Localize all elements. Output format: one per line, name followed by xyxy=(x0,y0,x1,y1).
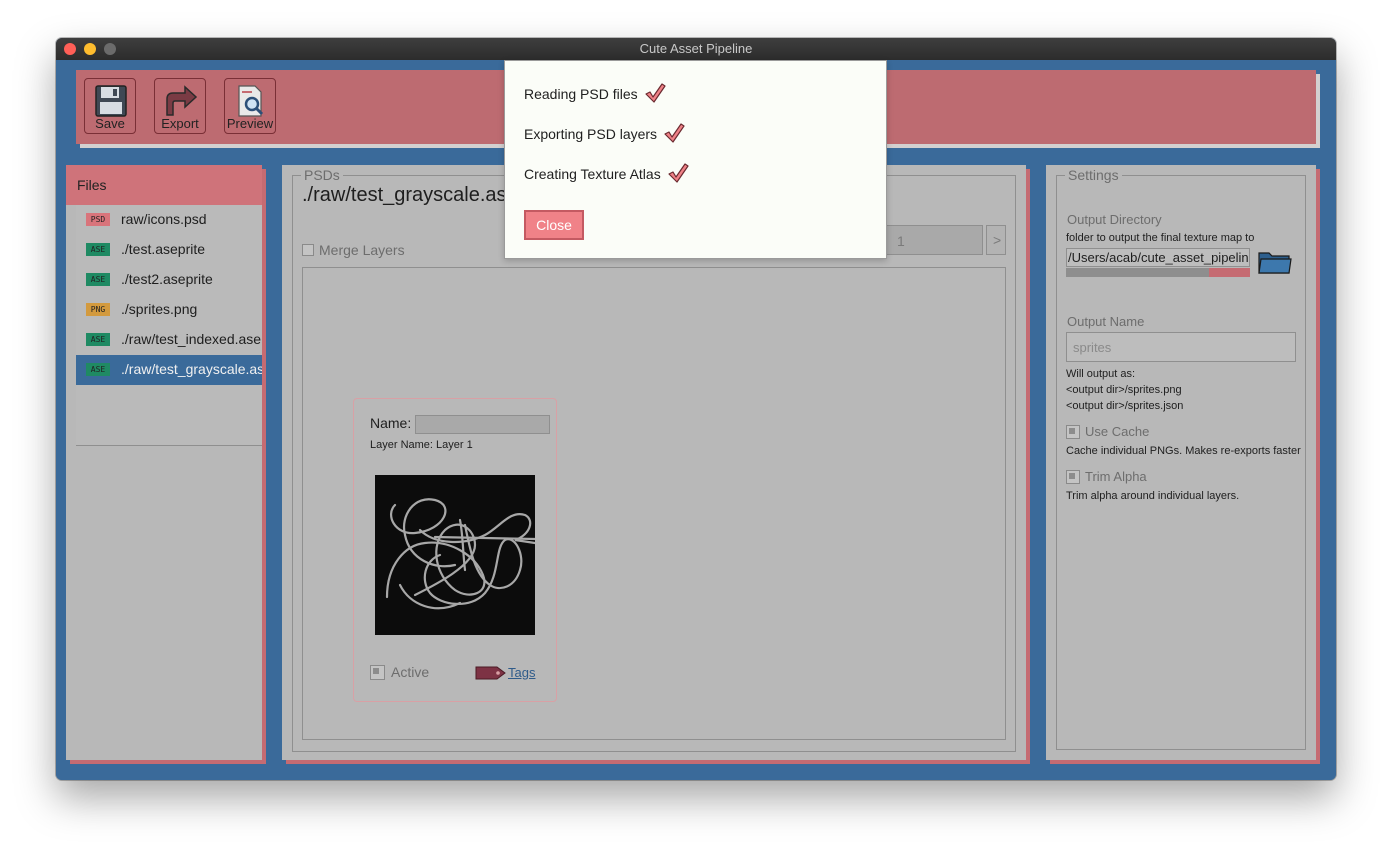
ase-badge: ASE xyxy=(86,243,110,256)
step-label: Exporting PSD layers xyxy=(524,126,658,142)
file-name: raw/icons.psd xyxy=(121,211,207,227)
file-list: PSD raw/icons.psd ASE ./test.aseprite AS… xyxy=(76,205,262,446)
folder-icon[interactable] xyxy=(1258,249,1292,275)
close-window-icon[interactable] xyxy=(64,43,76,55)
current-file-title: ./raw/test_grayscale.aseprite xyxy=(302,184,517,206)
layer-preview-image xyxy=(375,475,535,635)
next-label: > xyxy=(993,232,1002,248)
output-name-title: Output Name xyxy=(1067,314,1145,329)
layer-name-input[interactable] xyxy=(415,415,550,434)
step-label: Reading PSD files xyxy=(524,86,638,102)
frame-input[interactable]: 1 xyxy=(886,225,983,255)
psd-badge: PSD xyxy=(86,213,110,226)
tags-link[interactable]: Tags xyxy=(508,665,535,680)
scrollbar-thumb[interactable] xyxy=(1209,268,1250,277)
merge-layers-label: Merge Layers xyxy=(319,242,405,258)
save-button[interactable]: Save xyxy=(84,78,136,134)
list-item[interactable]: ASE ./test.aseprite xyxy=(76,235,262,265)
preview-label: Preview xyxy=(226,116,274,131)
tag-icon[interactable] xyxy=(475,665,507,681)
output-png-path: <output dir>/sprites.png xyxy=(1066,384,1182,396)
ase-badge: ASE xyxy=(86,363,110,376)
minimize-window-icon[interactable] xyxy=(84,43,96,55)
list-item[interactable]: PSD raw/icons.psd xyxy=(76,205,262,235)
title-bar: Cute Asset Pipeline xyxy=(56,38,1336,60)
list-item[interactable]: PNG ./sprites.png xyxy=(76,295,262,325)
use-cache-checkbox[interactable] xyxy=(1066,425,1080,439)
output-directory-desc: folder to output the final texture map t… xyxy=(1066,232,1255,244)
use-cache-desc: Cache individual PNGs. Makes re-exports … xyxy=(1066,445,1301,457)
active-checkbox[interactable] xyxy=(370,665,385,680)
preview-button[interactable]: Preview xyxy=(224,78,276,134)
floppy-disk-icon xyxy=(95,85,127,117)
output-json-path: <output dir>/sprites.json xyxy=(1066,400,1184,412)
merge-layers-checkbox[interactable] xyxy=(302,244,314,256)
psds-legend: PSDs xyxy=(301,167,343,183)
file-name: ./raw/test_grayscale.aseprite xyxy=(121,361,262,377)
export-label: Export xyxy=(161,116,199,131)
trim-alpha-desc: Trim alpha around individual layers. xyxy=(1066,490,1240,502)
step-exporting: Exporting PSD layers xyxy=(524,122,685,144)
preview-magnifier-icon xyxy=(238,85,264,117)
layers-area: Name: Layer Name: Layer 1 Active Tags xyxy=(302,267,1006,740)
settings-legend: Settings xyxy=(1065,167,1122,183)
frame-value: 1 xyxy=(897,233,905,249)
use-cache-label: Use Cache xyxy=(1085,424,1150,439)
file-name: ./raw/test_indexed.aseprite xyxy=(121,331,262,347)
checkmark-icon xyxy=(644,83,666,103)
layer-card: Name: Layer Name: Layer 1 Active Tags xyxy=(353,398,557,702)
export-arrow-icon xyxy=(166,85,198,116)
file-name: ./sprites.png xyxy=(121,301,198,317)
close-button[interactable]: Close xyxy=(524,210,584,240)
trim-alpha-checkbox[interactable] xyxy=(1066,470,1080,484)
output-directory-value: /Users/acab/cute_asset_pipeline xyxy=(1068,250,1250,265)
output-directory-input[interactable]: /Users/acab/cute_asset_pipeline xyxy=(1066,248,1250,267)
checkmark-icon xyxy=(664,123,685,143)
files-panel: Files PSD raw/icons.psd ASE ./test.asepr… xyxy=(66,165,262,760)
list-item-selected[interactable]: ASE ./raw/test_grayscale.aseprite xyxy=(76,355,262,385)
step-reading: Reading PSD files xyxy=(524,82,666,104)
trim-alpha-label: Trim Alpha xyxy=(1085,469,1147,484)
next-frame-button[interactable]: > xyxy=(986,225,1006,255)
png-badge: PNG xyxy=(86,303,110,316)
output-directory-scrollbar[interactable] xyxy=(1066,268,1250,277)
progress-dialog: Reading PSD files Exporting PSD layers C… xyxy=(504,60,887,259)
output-name-input[interactable]: sprites xyxy=(1066,332,1296,362)
name-label: Name: xyxy=(370,415,412,431)
file-name: ./test.aseprite xyxy=(121,241,206,257)
zoom-window-icon[interactable] xyxy=(104,43,116,55)
output-directory-title: Output Directory xyxy=(1067,212,1162,227)
window-title: Cute Asset Pipeline xyxy=(639,41,753,56)
export-button[interactable]: Export xyxy=(154,78,206,134)
file-name: ./test2.aseprite xyxy=(121,271,213,287)
checkmark-icon xyxy=(668,163,689,183)
list-item[interactable]: ASE ./raw/test_indexed.aseprite xyxy=(76,325,262,355)
step-label: Creating Texture Atlas xyxy=(524,166,661,182)
files-header: Files xyxy=(66,165,262,205)
ase-badge: ASE xyxy=(86,273,110,286)
active-label: Active xyxy=(391,664,430,680)
layer-name-text: Layer Name: Layer 1 xyxy=(370,439,473,451)
output-name-value: sprites xyxy=(1073,340,1112,355)
will-output-as-text: Will output as: xyxy=(1066,368,1136,380)
list-item[interactable]: ASE ./test2.aseprite xyxy=(76,265,262,295)
ase-badge: ASE xyxy=(86,333,110,346)
step-atlas: Creating Texture Atlas xyxy=(524,162,689,184)
settings-panel: Settings Output Directory folder to outp… xyxy=(1046,165,1316,760)
save-label: Save xyxy=(95,116,125,131)
